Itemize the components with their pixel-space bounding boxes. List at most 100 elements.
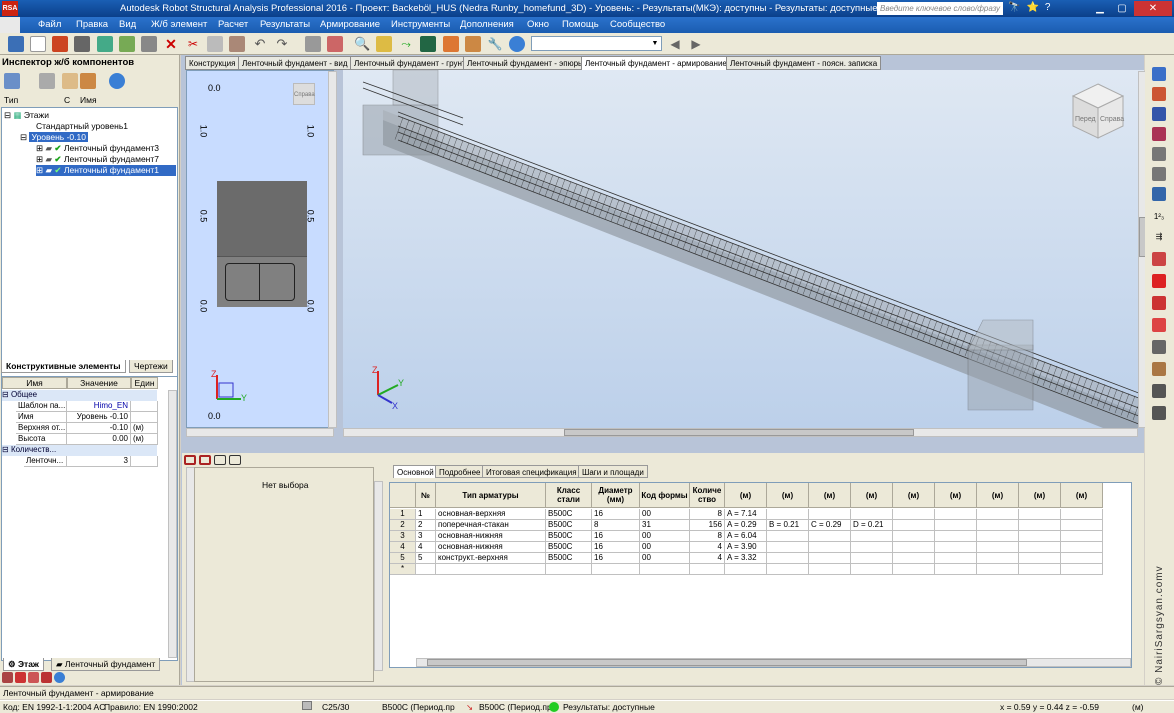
menu-tools[interactable]: Инструменты (391, 19, 450, 30)
table-cell[interactable] (1019, 520, 1061, 531)
view-mode-icon[interactable] (214, 455, 226, 465)
table-cell[interactable]: 8 (592, 520, 640, 531)
tab-floor[interactable]: ⚙ Этаж (3, 658, 44, 671)
rebar-icon[interactable] (1152, 318, 1166, 332)
scroll-thumb[interactable] (564, 429, 914, 436)
table-cell[interactable] (1019, 553, 1061, 564)
row-header[interactable]: 1 (390, 509, 416, 520)
status-concrete[interactable]: C25/30 (322, 701, 349, 713)
table-cell[interactable]: A = 3.90 (725, 542, 767, 553)
table-cell[interactable] (1019, 542, 1061, 553)
table-cell[interactable] (767, 509, 809, 520)
tab-details[interactable]: Подробнее (435, 465, 485, 478)
table-cell[interactable]: 3 (416, 531, 436, 542)
table-cell[interactable] (977, 520, 1019, 531)
prop-value[interactable]: -0.10 (67, 423, 131, 434)
table-cell[interactable] (436, 564, 546, 575)
view-mode-icon[interactable] (184, 455, 196, 465)
tab-specification[interactable]: Итоговая спецификация (482, 465, 581, 478)
prop-value[interactable]: 0.00 (67, 434, 131, 445)
table-cell[interactable] (809, 531, 851, 542)
table-cell[interactable] (767, 542, 809, 553)
menu-addins[interactable]: Дополнения (460, 19, 514, 30)
table-cell[interactable]: A = 0.29 (725, 520, 767, 531)
search-input[interactable]: Введите ключевое слово/фразу (877, 2, 1003, 15)
screen-capture-icon[interactable] (141, 36, 157, 52)
table-cell[interactable] (1061, 520, 1103, 531)
tools-wrench-icon[interactable]: 🔧 (487, 36, 503, 52)
tab-foundation-diagrams[interactable]: Ленточный фундамент - эпюры (463, 56, 588, 70)
menu-community[interactable]: Сообщество (610, 19, 665, 30)
layer-icon[interactable] (1152, 67, 1166, 81)
close-button[interactable]: ✕ (1134, 1, 1172, 16)
ladder-icon[interactable] (1152, 340, 1166, 354)
edit-component-icon[interactable] (39, 73, 55, 89)
tab-drawings[interactable]: Чертежи (129, 360, 173, 373)
table-cell[interactable] (893, 509, 935, 520)
table-cell[interactable] (809, 564, 851, 575)
section-scrollbar-v[interactable] (328, 71, 337, 428)
scroll-thumb[interactable] (427, 659, 1027, 666)
nav-cube[interactable]: Справа (293, 83, 315, 105)
table-scrollbar-h[interactable] (416, 658, 1131, 667)
table-cell[interactable]: 00 (640, 531, 690, 542)
view3d-scrollbar-h[interactable] (343, 428, 1138, 437)
table-cell[interactable]: C = 0.29 (809, 520, 851, 531)
table-cell[interactable]: 16 (592, 509, 640, 520)
table-cell[interactable] (809, 553, 851, 564)
table-cell[interactable]: 16 (592, 542, 640, 553)
table-cell[interactable]: основная-нижняя (436, 531, 546, 542)
support-icon[interactable] (1152, 147, 1166, 161)
table-cell[interactable]: 00 (640, 553, 690, 564)
chevron-down-icon[interactable]: ▼ (650, 38, 660, 49)
view-select-dropdown[interactable]: ▼ (531, 36, 662, 51)
table-cell[interactable]: 00 (640, 509, 690, 520)
save-icon[interactable] (52, 36, 68, 52)
table-cell[interactable] (546, 564, 592, 575)
table-cell[interactable] (1061, 531, 1103, 542)
section-icon[interactable] (1152, 252, 1166, 266)
row-header[interactable]: 3 (390, 531, 416, 542)
tree-item-foundation1[interactable]: ⊞ ▰ ✔ Ленточный фундамент1 (36, 165, 176, 176)
menu-file[interactable]: Файл (38, 19, 61, 30)
prop-scrollbar[interactable] (168, 390, 177, 658)
tab-strip-foundation[interactable]: ▰ Ленточный фундамент (51, 658, 161, 671)
table-cell[interactable] (935, 564, 977, 575)
tree-item-floors[interactable]: ⊟ ▦ Этажи (4, 110, 49, 121)
table-cell[interactable] (851, 553, 893, 564)
view-mode-icon[interactable] (199, 455, 211, 465)
table-cell[interactable]: 8 (690, 531, 725, 542)
table-cell[interactable] (640, 564, 690, 575)
tab-main[interactable]: Основной (393, 465, 438, 478)
grid-icon[interactable] (1152, 406, 1166, 420)
paste-icon[interactable] (229, 36, 245, 52)
tree-item-level-010[interactable]: ⊟ Уровень -0.10 (20, 132, 88, 143)
table-cell[interactable] (893, 542, 935, 553)
column-icon[interactable] (1152, 296, 1166, 310)
table-cell[interactable] (935, 531, 977, 542)
table-cell[interactable] (1061, 553, 1103, 564)
tree-item-foundation3[interactable]: ⊞ ▰ ✔ Ленточный фундамент3 (36, 143, 159, 154)
table-cell[interactable] (767, 553, 809, 564)
minimize-button[interactable]: ▁ (1090, 1, 1110, 16)
table-cell[interactable]: основная-верхняя (436, 509, 546, 520)
table-cell[interactable] (977, 531, 1019, 542)
table-cell[interactable] (893, 553, 935, 564)
mini-tool-icon[interactable] (2, 672, 13, 683)
table-cell[interactable]: 16 (592, 531, 640, 542)
table-cell[interactable] (935, 520, 977, 531)
prop-group-quantity[interactable]: ⊟ Количеств... (2, 445, 157, 456)
view-3d-icon[interactable] (443, 36, 459, 52)
maximize-button[interactable]: ▢ (1112, 1, 1132, 16)
copy-icon[interactable] (207, 36, 223, 52)
filter-icon[interactable] (62, 73, 78, 89)
table-cell[interactable]: 4 (690, 553, 725, 564)
view-mode-icon[interactable] (229, 455, 241, 465)
table-cell[interactable] (1061, 542, 1103, 553)
tree-item-foundation7[interactable]: ⊞ ▰ ✔ Ленточный фундамент7 (36, 154, 159, 165)
wall-icon[interactable] (1152, 362, 1166, 376)
mini-tool-icon[interactable] (28, 672, 39, 683)
table-cell[interactable]: основная-нижняя (436, 542, 546, 553)
tab-structure[interactable]: Конструкция (185, 56, 240, 70)
section-view[interactable]: 0.0 1.0 0.5 0.0 0.0 1.0 0.5 0.0 Справа Z… (186, 70, 334, 428)
